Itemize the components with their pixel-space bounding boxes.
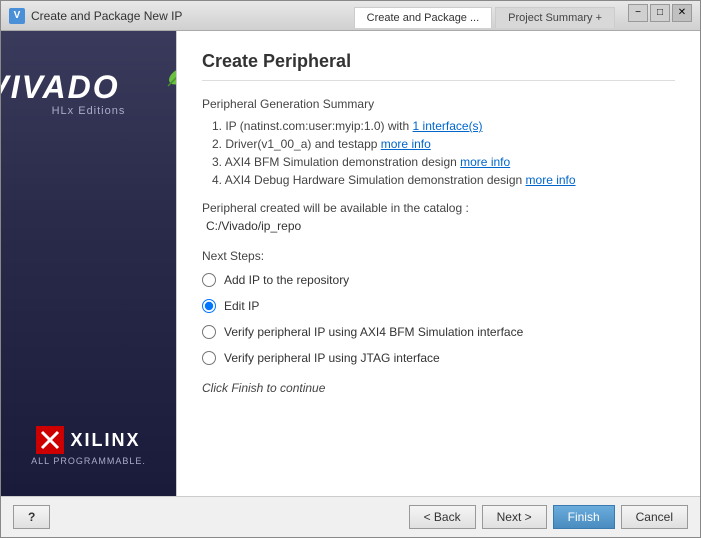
item-3-text: AXI4 BFM Simulation demonstration design [225, 155, 460, 169]
back-button[interactable]: < Back [409, 505, 476, 529]
main-area: VIVADO HLx Editions XIL [1, 31, 700, 496]
radio-verify-jtag-label[interactable]: Verify peripheral IP using JTAG interfac… [224, 351, 440, 365]
xilinx-x-icon [36, 426, 64, 454]
bottom-bar: ? < Back Next > Finish Cancel [1, 496, 700, 537]
title-bar: V Create and Package New IP Create and P… [1, 1, 700, 31]
help-button[interactable]: ? [13, 505, 50, 529]
tab-project-summary[interactable]: Project Summary + [495, 7, 615, 28]
list-item: 3. AXI4 BFM Simulation demonstration des… [202, 155, 675, 169]
title-bar-left: V Create and Package New IP [9, 8, 182, 24]
page-title: Create Peripheral [202, 51, 675, 81]
list-item: 4. AXI4 Debug Hardware Simulation demons… [202, 173, 675, 187]
radio-option-4: Verify peripheral IP using JTAG interfac… [202, 349, 675, 367]
finish-button[interactable]: Finish [553, 505, 615, 529]
item-4-link[interactable]: more info [526, 173, 576, 187]
radio-option-3: Verify peripheral IP using AXI4 BFM Simu… [202, 323, 675, 341]
catalog-section: Peripheral created will be available in … [202, 201, 675, 233]
radio-option-2: Edit IP [202, 297, 675, 315]
minimize-button[interactable]: − [628, 4, 648, 22]
close-button[interactable]: ✕ [672, 4, 692, 22]
sidebar: VIVADO HLx Editions XIL [1, 31, 176, 496]
item-3-number: 3. [212, 155, 225, 169]
vivado-logo: VIVADO HLx Editions [1, 71, 190, 117]
next-steps-label: Next Steps: [202, 249, 675, 263]
next-button[interactable]: Next > [482, 505, 547, 529]
item-1-link[interactable]: 1 interface(s) [413, 119, 483, 133]
item-2-text: Driver(v1_00_a) and testapp [225, 137, 380, 151]
item-4-number: 4. [212, 173, 225, 187]
vivado-text: VIVADO [1, 71, 120, 103]
catalog-path: C:/Vivado/ip_repo [206, 219, 675, 233]
main-window: V Create and Package New IP Create and P… [0, 0, 701, 538]
tab-create-package[interactable]: Create and Package ... [354, 7, 493, 28]
item-1-number: 1. [212, 119, 225, 133]
next-steps-section: Next Steps: Add IP to the repository Edi… [202, 249, 675, 367]
radio-verify-bfm[interactable] [202, 325, 216, 339]
item-4-text: AXI4 Debug Hardware Simulation demonstra… [225, 173, 526, 187]
list-item: 2. Driver(v1_00_a) and testapp more info [202, 137, 675, 151]
item-1-text: IP (natinst.com:user:myip:1.0) with [225, 119, 412, 133]
radio-edit-ip[interactable] [202, 299, 216, 313]
maximize-button[interactable]: □ [650, 4, 670, 22]
summary-list: 1. IP (natinst.com:user:myip:1.0) with 1… [202, 119, 675, 187]
item-2-number: 2. [212, 137, 225, 151]
cancel-button[interactable]: Cancel [621, 505, 688, 529]
finish-note: Click Finish to continue [202, 381, 675, 395]
xilinx-name: XILINX [70, 430, 140, 451]
radio-verify-jtag[interactable] [202, 351, 216, 365]
summary-label: Peripheral Generation Summary [202, 97, 675, 111]
bottom-left: ? [13, 505, 50, 529]
radio-add-ip-label[interactable]: Add IP to the repository [224, 273, 349, 287]
xilinx-symbol: XILINX [36, 426, 140, 454]
window-icon: V [9, 8, 25, 24]
title-bar-controls: Create and Package ... Project Summary +… [354, 4, 692, 28]
hlx-text: HLx Editions [52, 105, 126, 117]
all-programmable-text: ALL PROGRAMMABLE. [31, 456, 146, 466]
bottom-right: < Back Next > Finish Cancel [409, 505, 688, 529]
content-area: Create Peripheral Peripheral Generation … [176, 31, 700, 496]
item-3-link[interactable]: more info [460, 155, 510, 169]
window-title: Create and Package New IP [31, 9, 182, 23]
xilinx-logo: XILINX ALL PROGRAMMABLE. [31, 426, 146, 466]
catalog-label: Peripheral created will be available in … [202, 201, 675, 215]
radio-add-ip[interactable] [202, 273, 216, 287]
radio-option-1: Add IP to the repository [202, 271, 675, 289]
radio-edit-ip-label[interactable]: Edit IP [224, 299, 259, 313]
list-item: 1. IP (natinst.com:user:myip:1.0) with 1… [202, 119, 675, 133]
radio-verify-bfm-label[interactable]: Verify peripheral IP using AXI4 BFM Simu… [224, 325, 523, 339]
item-2-link[interactable]: more info [381, 137, 431, 151]
